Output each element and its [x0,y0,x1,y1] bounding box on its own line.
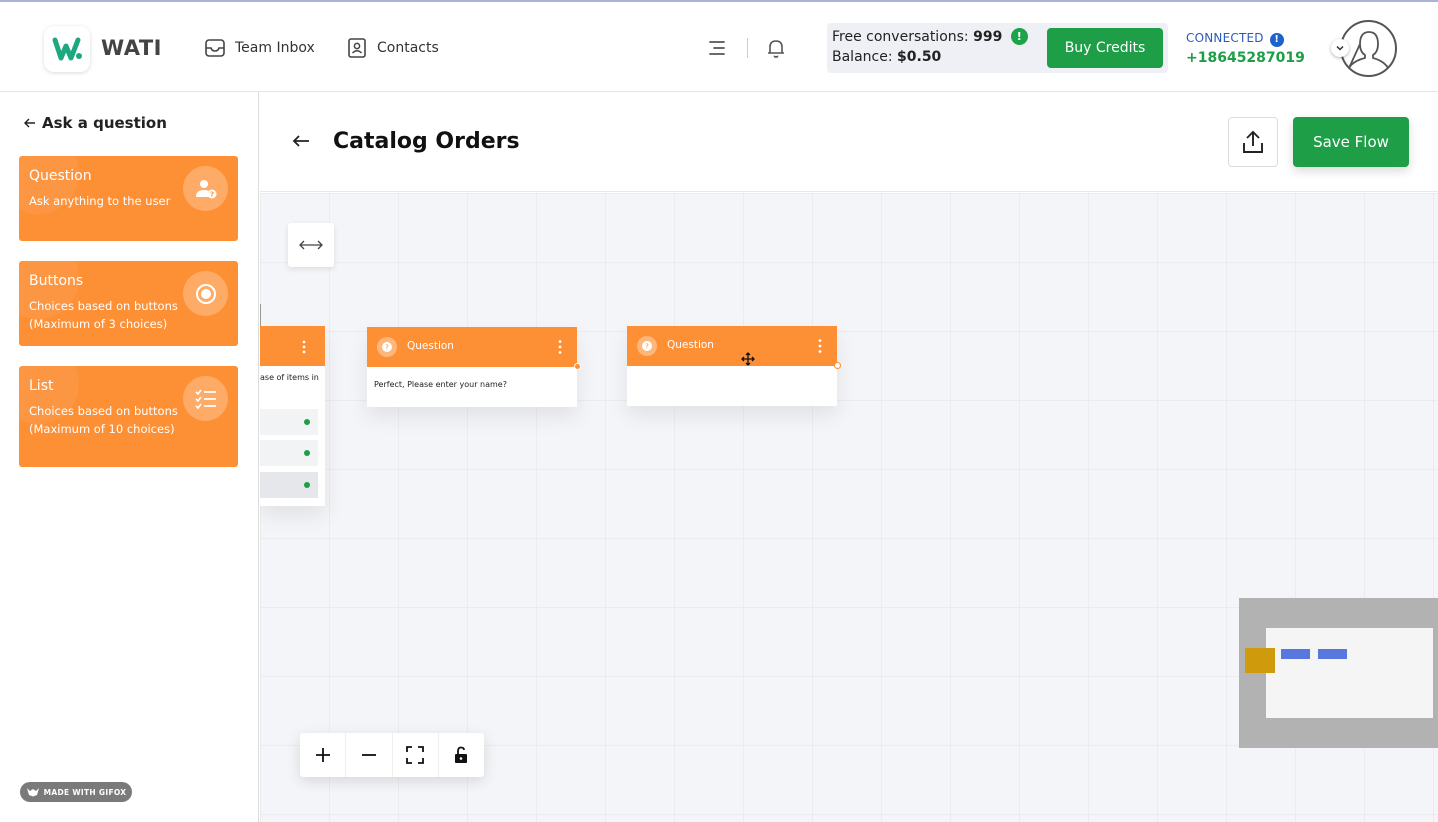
radio-icon [183,271,228,316]
block-list-desc: Choices based on buttons (Maximum of 10 … [29,404,178,436]
info-icon[interactable]: ! [1269,33,1284,47]
top-bar: WATI Team Inbox Contacts Free conversati… [0,0,1438,92]
zoom-controls [300,733,484,777]
connector-line [260,304,261,326]
connection-status-label: CONNECTED [1186,31,1264,45]
partial-node-header [260,326,325,366]
user-question-icon: ? [183,166,228,211]
buy-credits-button[interactable]: Buy Credits [1047,28,1163,68]
unlock-icon [455,746,468,763]
balance-label: Balance: [832,49,893,65]
user-avatar-icon [1348,31,1389,69]
toggle-sidebar-button[interactable] [288,223,334,267]
option-handle[interactable] [304,482,310,488]
block-buttons[interactable]: Buttons Choices based on buttons (Maximu… [19,261,238,346]
minus-icon [361,754,376,756]
block-sidebar: Ask a question Question Ask anything to … [0,92,259,822]
free-conversations: Free conversations: 999 ! [832,28,1028,45]
option-handle[interactable] [304,450,310,456]
question-node-header: ? Question [367,327,577,367]
bell-icon[interactable] [764,36,788,60]
nav-team-inbox[interactable]: Team Inbox [204,36,315,60]
list-option [260,409,318,435]
back-arrow-icon[interactable] [292,134,310,148]
free-conversations-label: Free conversations: [832,29,969,45]
warning-icon[interactable]: ! [1010,28,1028,45]
flow-header: Catalog Orders Save Flow [260,92,1438,192]
node-menu-icon[interactable] [301,340,307,354]
fit-view-button[interactable] [393,733,439,777]
question-node-text: Perfect, Please enter your name? [374,380,507,389]
minimap-node [1245,648,1275,673]
question-node-body [627,366,837,406]
block-question-desc: Ask anything to the user [29,194,171,208]
move-cursor-icon [741,352,755,366]
fullscreen-icon [406,746,425,764]
nav-contacts-label: Contacts [377,40,439,56]
wati-logo-icon [52,37,82,61]
connection-status: CONNECTED! [1186,31,1284,47]
svg-text:?: ? [645,343,649,351]
output-handle[interactable] [834,362,841,369]
block-question[interactable]: Question Ask anything to the user ? [19,156,238,241]
plus-icon [315,748,330,762]
question-node-header: ? Question [627,326,837,366]
upload-icon [1243,130,1263,153]
question-icon: ? [637,336,657,356]
list-option [260,472,318,498]
minimap-viewport [1266,628,1433,718]
block-buttons-title: Buttons [29,273,84,289]
fox-icon [26,788,39,797]
node-menu-icon[interactable] [817,338,823,354]
partial-list-node[interactable]: ase of items in [260,304,325,506]
menu-icon[interactable] [704,36,728,60]
flow-title: Catalog Orders [333,129,520,154]
ask-question-back-link[interactable]: Ask a question [24,114,167,132]
nav-team-inbox-label: Team Inbox [235,40,315,56]
brand-name: WATI [101,36,162,60]
partial-node-text: ase of items in [260,373,319,382]
block-question-title: Question [29,168,92,184]
phone-number: +18645287019 [1186,50,1305,66]
option-handle[interactable] [304,419,310,425]
question-icon: ? [377,337,397,357]
zoom-out-button[interactable] [346,733,393,777]
wati-logo[interactable] [44,26,90,72]
question-node-new[interactable]: ? Question [627,326,841,406]
ask-question-label: Ask a question [42,114,167,132]
arrow-left-icon [24,118,35,128]
chevron-down-icon [1336,45,1344,51]
block-list-title: List [29,378,54,394]
checklist-icon [183,376,228,421]
gifox-watermark: MADE WITH GIFOX [20,782,132,802]
free-conversations-value: 999 [973,29,1003,45]
divider [747,38,748,58]
question-node[interactable]: ? Question Perfect, Please enter your na… [367,327,581,407]
minimap-node [1281,649,1310,659]
export-button[interactable] [1228,117,1278,167]
balance-value: $0.50 [897,49,942,65]
node-menu-icon[interactable] [557,339,563,355]
flow-canvas[interactable]: ase of items in ? Question Perfect, Plea… [260,193,1438,822]
question-node-title: Question [667,339,714,351]
svg-text:?: ? [209,190,213,198]
list-option [260,440,318,466]
nav-contacts[interactable]: Contacts [346,36,439,60]
zoom-in-button[interactable] [300,733,347,777]
account-dropdown[interactable] [1331,39,1349,57]
question-node-body: Perfect, Please enter your name? [367,367,577,407]
save-flow-button[interactable]: Save Flow [1293,117,1409,167]
inbox-icon [205,39,225,57]
gifox-label: MADE WITH GIFOX [43,787,127,797]
contacts-icon [348,38,366,58]
svg-text:?: ? [385,344,389,352]
expand-arrows-icon [299,240,323,250]
minimap[interactable] [1239,598,1438,748]
block-list[interactable]: List Choices based on buttons (Maximum o… [19,366,238,467]
question-node-title: Question [407,340,454,352]
balance: Balance: $0.50 [832,49,941,65]
lock-button[interactable] [439,733,484,777]
output-handle[interactable] [574,363,581,370]
minimap-node [1318,649,1347,659]
